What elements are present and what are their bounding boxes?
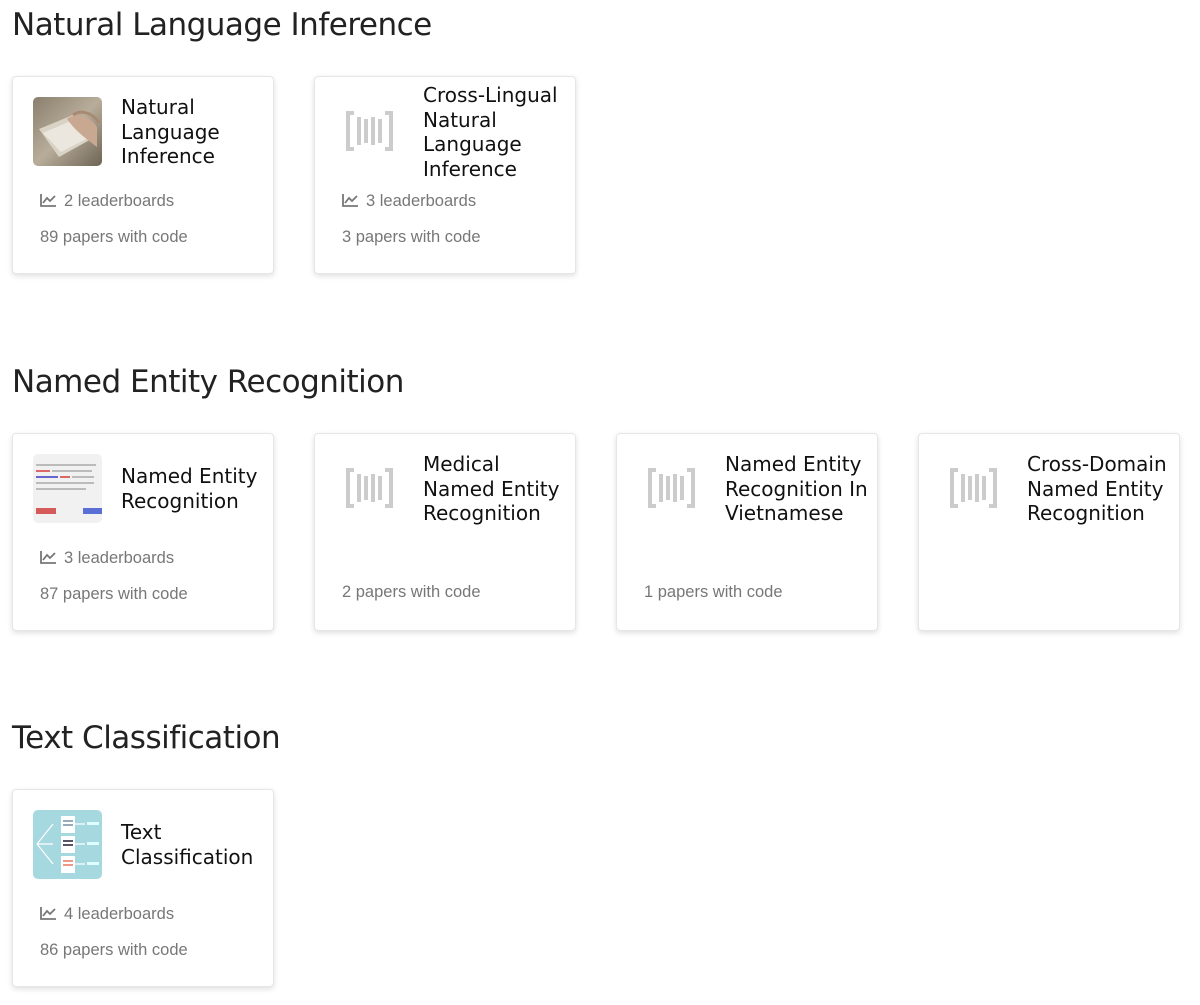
- chart-line-icon: [40, 194, 56, 207]
- papers-with-code-count: 2 papers with code: [342, 583, 481, 601]
- task-thumbnail-photo: [33, 97, 102, 166]
- papers-with-code-count: 3 papers with code: [342, 228, 481, 246]
- task-card-medical-ner[interactable]: Medical Named Entity Recognition 2 paper…: [314, 433, 576, 631]
- placeholder-icon: [637, 454, 706, 523]
- papers-with-code-count: 86 papers with code: [40, 941, 188, 959]
- task-card-ner-vietnamese[interactable]: Named Entity Recognition In Vietnamese 1…: [616, 433, 878, 631]
- section-title: Named Entity Recognition: [12, 364, 404, 400]
- task-thumbnail-ner: [33, 454, 102, 523]
- task-title[interactable]: Medical Named Entity Recognition: [423, 452, 573, 526]
- task-title[interactable]: Cross-Lingual Natural Language Inference: [423, 83, 573, 181]
- leaderboards-label: 3 leaderboards: [366, 192, 477, 210]
- papers-with-code-count: 87 papers with code: [40, 585, 188, 603]
- leaderboards-count[interactable]: 2 leaderboards: [40, 190, 174, 212]
- task-card-natural-language-inference[interactable]: Natural Language Inference 2 leaderboard…: [12, 76, 274, 274]
- task-thumbnail-classification: [33, 810, 102, 879]
- leaderboards-count[interactable]: 3 leaderboards: [342, 190, 476, 212]
- task-card-text-classification[interactable]: Text Classification 4 leaderboards 86 pa…: [12, 789, 274, 987]
- leaderboards-count[interactable]: 4 leaderboards: [40, 903, 174, 925]
- leaderboards-label: 4 leaderboards: [64, 905, 175, 923]
- task-card-cross-domain-ner[interactable]: Cross-Domain Named Entity Recognition: [918, 433, 1180, 631]
- leaderboards-label: 3 leaderboards: [64, 549, 175, 567]
- task-title[interactable]: Natural Language Inference: [121, 95, 271, 169]
- chart-line-icon: [40, 551, 56, 564]
- papers-with-code-count: 89 papers with code: [40, 228, 188, 246]
- chart-line-icon: [342, 194, 358, 207]
- section-title: Text Classification: [12, 720, 281, 756]
- placeholder-icon: [939, 454, 1008, 523]
- task-title[interactable]: Cross-Domain Named Entity Recognition: [1027, 452, 1177, 526]
- placeholder-icon: [335, 97, 404, 166]
- papers-with-code-count: 1 papers with code: [644, 583, 783, 601]
- task-card-cross-lingual-nli[interactable]: Cross-Lingual Natural Language Inference…: [314, 76, 576, 274]
- task-title[interactable]: Named Entity Recognition In Vietnamese: [725, 452, 875, 526]
- task-card-named-entity-recognition[interactable]: Named Entity Recognition 3 leaderboards …: [12, 433, 274, 631]
- chart-line-icon: [40, 907, 56, 920]
- leaderboards-count[interactable]: 3 leaderboards: [40, 547, 174, 569]
- section-title: Natural Language Inference: [12, 7, 432, 43]
- task-title[interactable]: Text Classification: [121, 820, 271, 869]
- leaderboards-label: 2 leaderboards: [64, 192, 175, 210]
- task-title[interactable]: Named Entity Recognition: [121, 464, 271, 513]
- placeholder-icon: [335, 454, 404, 523]
